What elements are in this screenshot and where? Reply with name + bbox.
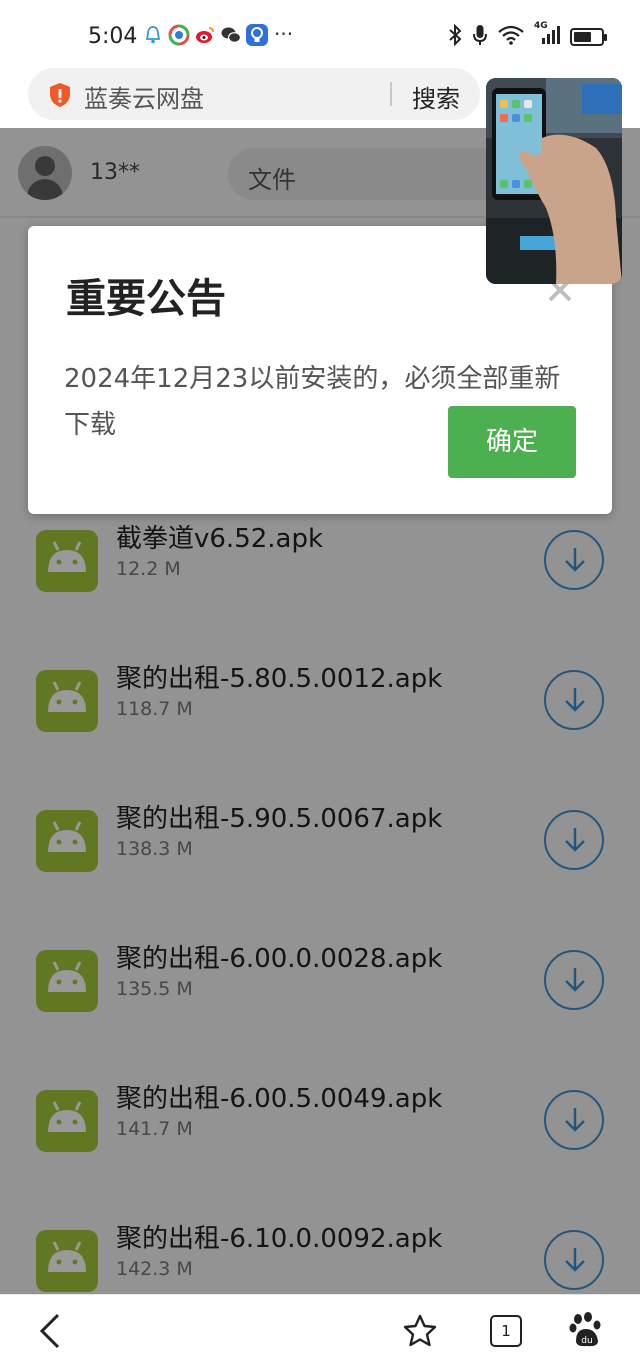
wifi-icon — [498, 25, 524, 49]
floating-video-window[interactable] — [486, 78, 622, 284]
colorful-app-icon — [168, 24, 190, 46]
mic-icon — [472, 24, 488, 50]
page-title[interactable]: 蓝奏云网盘 — [84, 79, 204, 114]
status-app-icons — [142, 24, 268, 46]
bottom-navigation: 1 du — [0, 1294, 640, 1368]
status-time: 5:04 — [88, 24, 138, 49]
security-shield-icon[interactable] — [48, 82, 72, 108]
svg-text:du: du — [581, 1336, 592, 1346]
address-bar[interactable]: 蓝奏云网盘 搜索 — [28, 68, 480, 120]
bluetooth-icon — [448, 23, 462, 50]
wechat-icon — [220, 24, 242, 46]
status-right-icons: 4G — [448, 21, 607, 50]
network-type-label: 4G — [534, 21, 548, 31]
address-divider — [390, 82, 392, 106]
signal-icon: 4G — [534, 21, 560, 49]
bulb-app-icon — [246, 24, 268, 46]
search-button[interactable]: 搜索 — [412, 79, 460, 114]
more-notifications-icon: ··· — [274, 22, 294, 46]
battery-icon — [570, 28, 607, 46]
weibo-icon — [194, 24, 216, 46]
star-icon[interactable] — [402, 1313, 438, 1353]
status-bar: 5:04 ··· 4G — [0, 0, 640, 72]
confirm-button[interactable]: 确定 — [448, 406, 576, 478]
dialog-title: 重要公告 — [66, 276, 226, 322]
baidu-paw-icon[interactable]: du — [568, 1311, 606, 1353]
video-frame-image — [486, 78, 622, 284]
back-icon[interactable] — [38, 1313, 64, 1353]
bell-icon — [142, 24, 164, 46]
tab-count-button[interactable]: 1 — [490, 1315, 522, 1347]
